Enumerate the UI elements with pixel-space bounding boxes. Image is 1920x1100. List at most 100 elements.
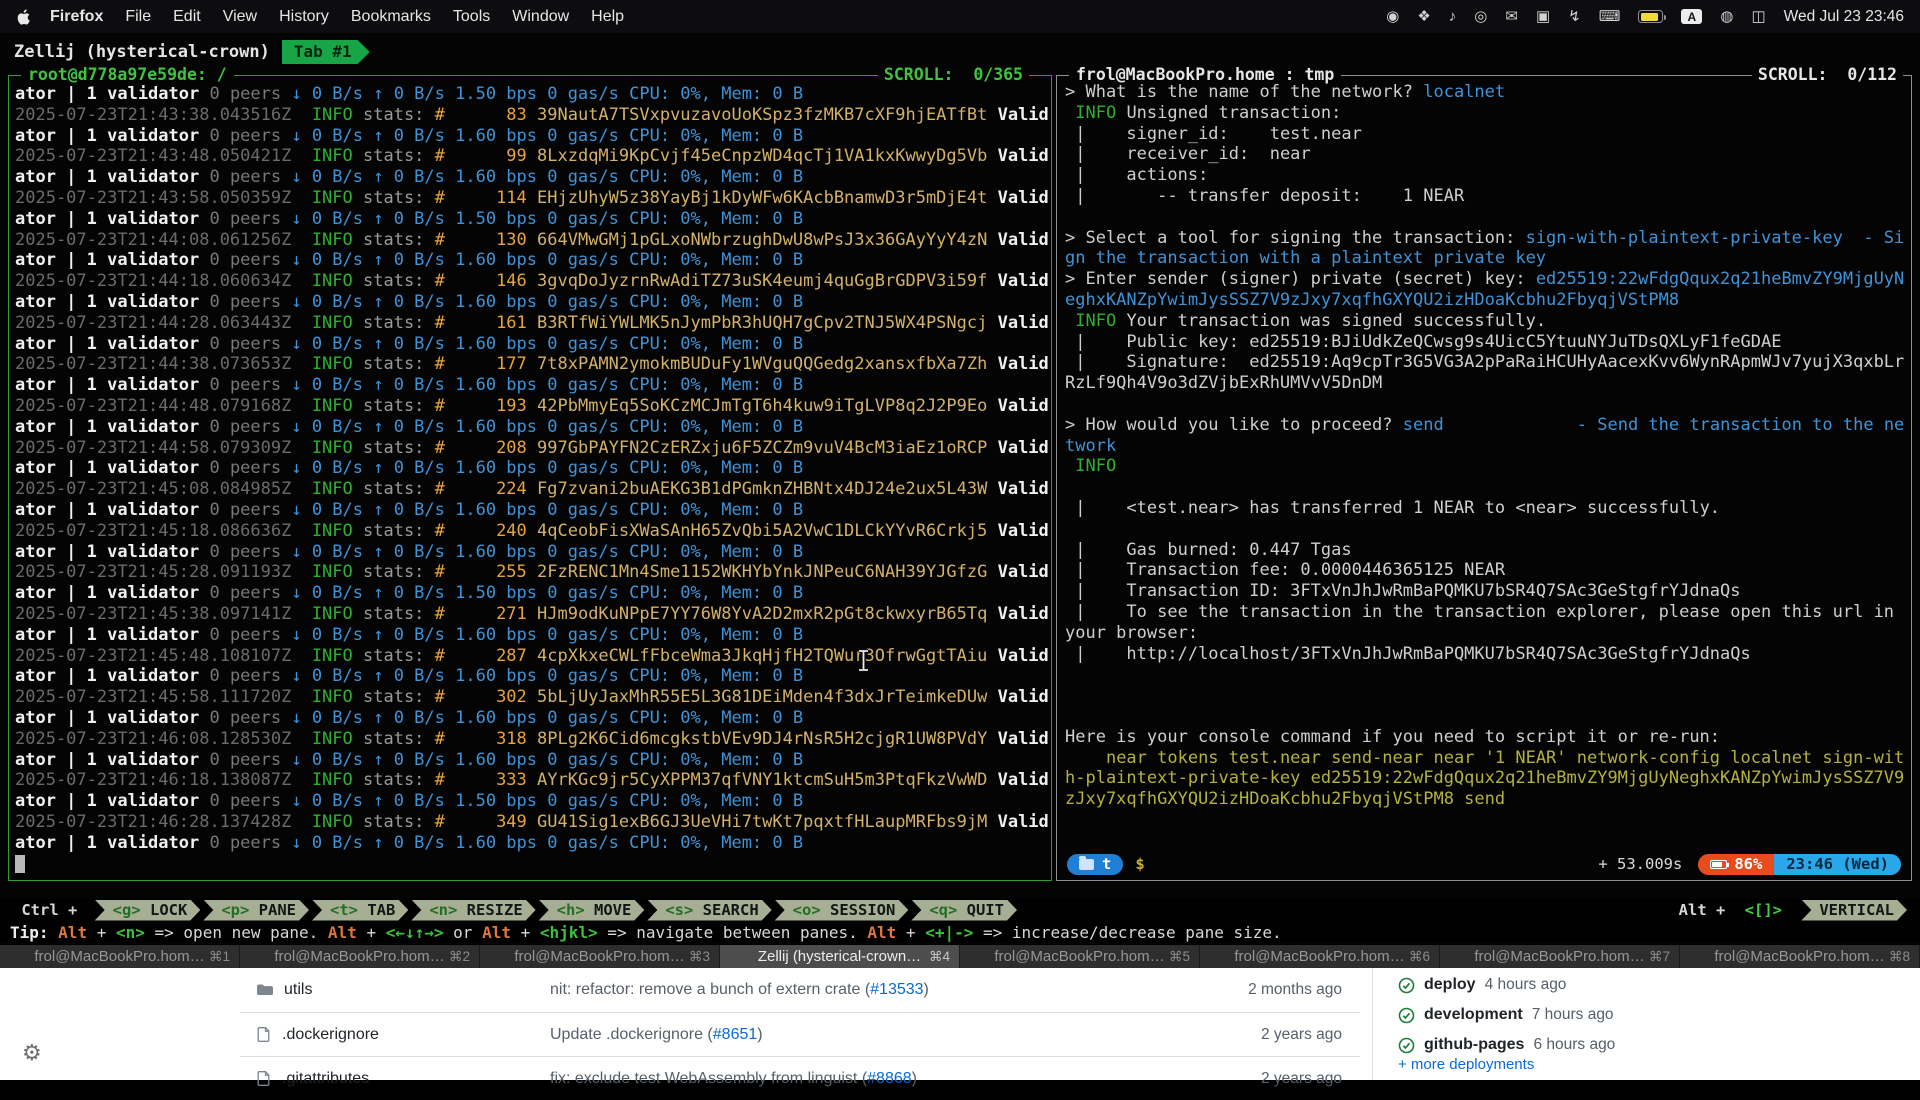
terminal-line: [1065, 207, 1906, 228]
terminal-tab-8[interactable]: frol@MacBookPro.hom…⌘8: [1680, 945, 1920, 968]
menubar-item-window[interactable]: Window: [501, 8, 580, 26]
keyboard-icon[interactable]: ⌨: [1599, 9, 1621, 24]
log-line: ator | 1 validator 0 peers ↓ 0 B/s ↑ 0 B…: [15, 209, 1051, 230]
prompt-dir-badge: t: [1067, 854, 1123, 875]
terminal-tab-title: frol@MacBookPro.hom…: [1234, 948, 1404, 965]
log-line: ator | 1 validator 0 peers ↓ 0 B/s ↑ 0 B…: [15, 292, 1051, 313]
terminal-tab-2[interactable]: frol@MacBookPro.hom…⌘2: [240, 945, 480, 968]
settings-gear-icon[interactable]: ⚙: [22, 1042, 42, 1064]
terminal-line: [1065, 519, 1906, 540]
control-center-icon[interactable]: ◫: [1751, 9, 1765, 24]
terminal-tab-title: frol@MacBookPro.hom…: [34, 948, 204, 965]
log-line: 2025-07-23T21:44:18.060634Z INFO stats: …: [15, 271, 1051, 292]
screen-record-icon[interactable]: ◉: [1386, 9, 1399, 24]
terminal-line: | receiver_id: near: [1065, 144, 1906, 165]
apple-menu-icon[interactable]: [16, 8, 31, 26]
log-line: 2025-07-23T21:44:38.073653Z INFO stats: …: [15, 354, 1051, 375]
keybind-session: <o> SESSION: [775, 900, 909, 921]
screenshot-icon[interactable]: ▣: [1536, 9, 1550, 24]
zellij-tip-line: Tip: Alt + <n> => open new pane. Alt + <…: [0, 921, 1920, 943]
log-line: 2025-07-23T21:45:48.108107Z INFO stats: …: [15, 646, 1051, 667]
menubar-item-view[interactable]: View: [212, 8, 268, 26]
pane-validator-log[interactable]: root@d778a97e59de: / SCROLL: 0/365 ator …: [8, 75, 1052, 881]
commit-date: 2 months ago: [1220, 981, 1360, 999]
terminal-line: INFO Your transaction was signed success…: [1065, 311, 1906, 332]
zellij-tab-1[interactable]: Tab #1: [282, 40, 370, 64]
menubar-item-history[interactable]: History: [268, 8, 340, 26]
folder-icon: [1079, 859, 1094, 870]
prompt-right-status: + 53.009s 86% 23:46 (Wed): [1598, 854, 1901, 875]
commit-message: fix: exclude test WebAssembly from lingu…: [550, 1070, 1220, 1088]
log-line: ator | 1 validator 0 peers ↓ 0 B/s ↑ 0 B…: [15, 126, 1051, 147]
log-line: 2025-07-23T21:46:28.137428Z INFO stats: …: [15, 812, 1051, 833]
terminal-tab-title: frol@MacBookPro.hom…: [1714, 948, 1884, 965]
keybind-lock: <g> LOCK: [95, 900, 201, 921]
terminal-tab-6[interactable]: frol@MacBookPro.hom…⌘6: [1200, 945, 1440, 968]
terminal-line: > Select a tool for signing the transact…: [1065, 228, 1906, 270]
deployment-name: deploy: [1424, 976, 1476, 994]
log-line: ator | 1 validator 0 peers ↓ 0 B/s ↑ 0 B…: [15, 500, 1051, 521]
terminal-tab-shortcut: ⌘3: [689, 949, 710, 965]
menubar-left: FirefoxFileEditViewHistoryBookmarksTools…: [16, 8, 635, 26]
stats-icon[interactable]: ↯: [1568, 9, 1581, 24]
more-deployments-link[interactable]: + more deployments: [1398, 1056, 1534, 1073]
log-line: ator | 1 validator 0 peers ↓ 0 B/s ↑ 0 B…: [15, 84, 1051, 105]
pr-link[interactable]: #8651: [713, 1026, 758, 1043]
success-check-icon: [1398, 1037, 1415, 1054]
commit-message: nit: refactor: remove a bunch of extern …: [550, 981, 1220, 999]
pr-link[interactable]: #8868: [867, 1070, 912, 1087]
mic-icon[interactable]: ♪: [1449, 9, 1457, 24]
terminal-line: | Gas burned: 0.447 Tgas: [1065, 540, 1906, 561]
terminal-line: | To see the transaction in the transact…: [1065, 602, 1906, 644]
terminal-line: Here is your console command if you need…: [1065, 727, 1906, 748]
alt-prefix: Alt +: [1679, 901, 1735, 919]
menubar-clock[interactable]: Wed Jul 23 23:46: [1784, 8, 1904, 26]
terminal-line: | signer_id: test.near: [1065, 124, 1906, 145]
battery-badge: 86%: [1698, 854, 1774, 875]
menubar-item-edit[interactable]: Edit: [162, 8, 212, 26]
file-icon: [256, 1070, 272, 1087]
input-source-icon[interactable]: A: [1681, 9, 1702, 24]
deployment-name: github-pages: [1424, 1036, 1524, 1054]
terminal-tab-title: Zellij (hysterical-crown…: [758, 948, 921, 965]
file-name-link[interactable]: .dockerignore: [282, 1026, 379, 1044]
terminal-tab-4[interactable]: Zellij (hysterical-crown…⌘4: [720, 945, 960, 968]
menubar-item-help[interactable]: Help: [580, 8, 635, 26]
file-name-link[interactable]: .gitattributes: [282, 1070, 369, 1088]
menubar-item-file[interactable]: File: [114, 8, 162, 26]
log-line: ator | 1 validator 0 peers ↓ 0 B/s ↑ 0 B…: [15, 167, 1051, 188]
pane-near-cli[interactable]: frol@MacBookPro.home : tmp SCROLL: 0/112…: [1056, 75, 1912, 881]
terminal-line: [1065, 706, 1906, 727]
terminal-tab-5[interactable]: frol@MacBookPro.hom…⌘5: [960, 945, 1200, 968]
terminal-tab-strip: frol@MacBookPro.hom…⌘1frol@MacBookPro.ho…: [0, 944, 1920, 968]
log-line: 2025-07-23T21:44:28.063443Z INFO stats: …: [15, 313, 1051, 334]
near-cli-output: > What is the name of the network? local…: [1065, 82, 1906, 810]
menubar-item-bookmarks[interactable]: Bookmarks: [340, 8, 442, 26]
terminal-line: INFO Unsigned transaction:: [1065, 103, 1906, 124]
file-name-link[interactable]: utils: [284, 981, 312, 999]
pr-link[interactable]: #13533: [870, 981, 923, 998]
shazam-icon[interactable]: ◎: [1474, 9, 1487, 24]
log-line: ator | 1 validator 0 peers ↓ 0 B/s ↑ 0 B…: [15, 250, 1051, 271]
file-icon: [256, 1026, 272, 1043]
browser-window: ⚙ utils nit: refactor: remove a bunch of …: [0, 968, 1920, 1080]
log-line: ator | 1 validator 0 peers ↓ 0 B/s ↑ 0 B…: [15, 417, 1051, 438]
terminal-tab-7[interactable]: frol@MacBookPro.hom…⌘7: [1440, 945, 1680, 968]
docker-icon[interactable]: ❖: [1417, 9, 1430, 24]
terminal-tab-3[interactable]: frol@MacBookPro.hom…⌘3: [480, 945, 720, 968]
menubar-item-firefox[interactable]: Firefox: [39, 8, 114, 26]
deployment-item[interactable]: development 7 hours ago: [1398, 1000, 1615, 1030]
messages-icon[interactable]: ✉: [1505, 9, 1518, 24]
menubar-status-icons-2: ◍◫: [1720, 9, 1765, 24]
deployment-time: 4 hours ago: [1485, 976, 1567, 994]
log-line: 2025-07-23T21:43:58.050359Z INFO stats: …: [15, 188, 1051, 209]
deployment-item[interactable]: deploy 4 hours ago: [1398, 970, 1615, 1000]
battery-icon[interactable]: [1638, 10, 1663, 23]
keybind-resize: <n> RESIZE: [411, 900, 535, 921]
menubar-item-tools[interactable]: Tools: [442, 8, 501, 26]
sidebar-divider: [1372, 968, 1373, 1080]
deployment-time: 7 hours ago: [1532, 1006, 1614, 1024]
account-icon[interactable]: ◍: [1720, 9, 1733, 24]
terminal-tab-1[interactable]: frol@MacBookPro.hom…⌘1: [0, 945, 240, 968]
deployment-name: development: [1424, 1006, 1523, 1024]
